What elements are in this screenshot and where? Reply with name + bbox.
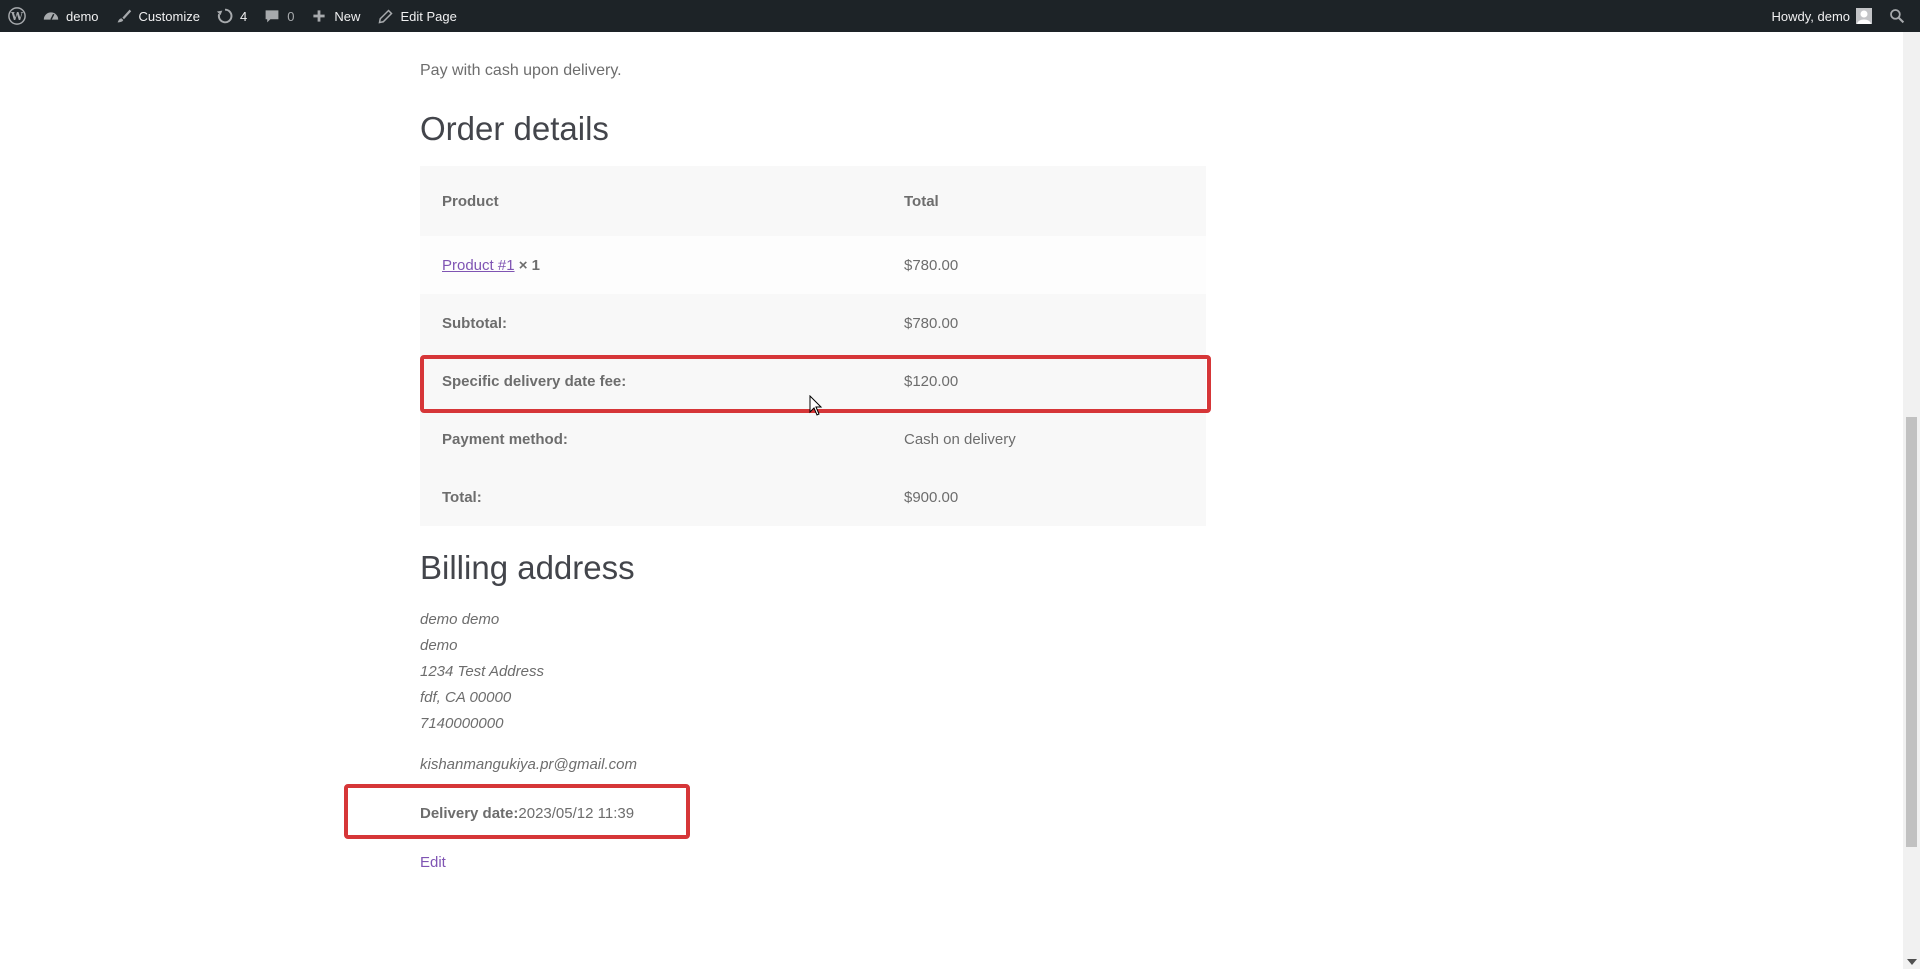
product-quantity: × 1 bbox=[518, 256, 540, 274]
admin-bar: W demo Customize 4 0 New Edit Page Howdy… bbox=[0, 0, 1920, 32]
address-line: 1234 Test Address bbox=[420, 663, 544, 680]
edit-page-menu[interactable]: Edit Page bbox=[368, 0, 464, 32]
edit-link[interactable]: Edit bbox=[420, 854, 446, 871]
address-line: demo bbox=[420, 637, 458, 654]
my-account-menu[interactable]: Howdy, demo bbox=[1763, 0, 1880, 32]
subtotal-value: $780.00 bbox=[882, 294, 1206, 352]
order-total-value: $900.00 bbox=[882, 468, 1206, 526]
address-line: fdf, CA 00000 bbox=[420, 689, 512, 706]
avatar bbox=[1856, 8, 1872, 24]
payment-instructions: Pay with cash upon delivery. bbox=[420, 62, 622, 79]
edit-page-label: Edit Page bbox=[400, 8, 457, 24]
table-header-row: Product Total bbox=[420, 166, 1206, 236]
delivery-date-highlight bbox=[344, 784, 690, 839]
svg-text:W: W bbox=[10, 10, 24, 23]
address-line: 7140000000 bbox=[420, 715, 504, 732]
customize-menu[interactable]: Customize bbox=[107, 0, 208, 32]
billing-address-heading: Billing address bbox=[420, 549, 635, 586]
dashboard-icon bbox=[42, 7, 60, 25]
payment-method-value: Cash on delivery bbox=[882, 410, 1206, 468]
pencil-icon bbox=[376, 7, 394, 25]
brush-icon bbox=[115, 7, 133, 25]
customize-label: Customize bbox=[138, 8, 200, 24]
column-header-total: Total bbox=[882, 166, 1206, 236]
comments-menu[interactable]: 0 bbox=[255, 0, 302, 32]
scrollbar-thumb[interactable] bbox=[1906, 417, 1917, 847]
updates-icon bbox=[216, 7, 234, 25]
wordpress-icon: W bbox=[8, 7, 26, 25]
order-details-table: Product Total Product #1 × 1 $780.00 Sub… bbox=[420, 166, 1206, 526]
new-label: New bbox=[334, 8, 361, 24]
billing-address: demo demo demo 1234 Test Address fdf, CA… bbox=[420, 607, 544, 737]
order-details-heading: Order details bbox=[420, 110, 609, 147]
page-scrollbar[interactable] bbox=[1903, 32, 1920, 969]
plus-icon bbox=[310, 7, 328, 25]
order-item-row: Product #1 × 1 $780.00 bbox=[420, 236, 1206, 294]
site-name-menu[interactable]: demo bbox=[34, 0, 107, 32]
mouse-cursor-icon bbox=[809, 394, 823, 422]
order-total-label: Total: bbox=[420, 468, 882, 526]
comments-count: 0 bbox=[287, 8, 295, 24]
order-item-product: Product #1 × 1 bbox=[420, 236, 882, 294]
new-content-menu[interactable]: New bbox=[302, 0, 368, 32]
order-item-total: $780.00 bbox=[882, 236, 1206, 294]
updates-count: 4 bbox=[239, 8, 248, 24]
address-line: demo demo bbox=[420, 611, 500, 628]
subtotal-row: Subtotal: $780.00 bbox=[420, 294, 1206, 352]
scroll-down-arrow-icon[interactable] bbox=[1907, 959, 1917, 965]
billing-email: kishanmangukiya.pr@gmail.com bbox=[420, 756, 637, 773]
search-menu[interactable] bbox=[1880, 0, 1920, 32]
column-header-product: Product bbox=[420, 166, 882, 236]
wp-logo-menu[interactable]: W bbox=[0, 0, 34, 32]
comment-icon bbox=[263, 7, 281, 25]
search-icon bbox=[1888, 7, 1906, 25]
subtotal-label: Subtotal: bbox=[420, 294, 882, 352]
greeting-label: Howdy, demo bbox=[1771, 8, 1850, 24]
order-total-row: Total: $900.00 bbox=[420, 468, 1206, 526]
site-name-label: demo bbox=[66, 8, 99, 24]
updates-menu[interactable]: 4 bbox=[208, 0, 255, 32]
product-link[interactable]: Product #1 bbox=[442, 257, 515, 274]
